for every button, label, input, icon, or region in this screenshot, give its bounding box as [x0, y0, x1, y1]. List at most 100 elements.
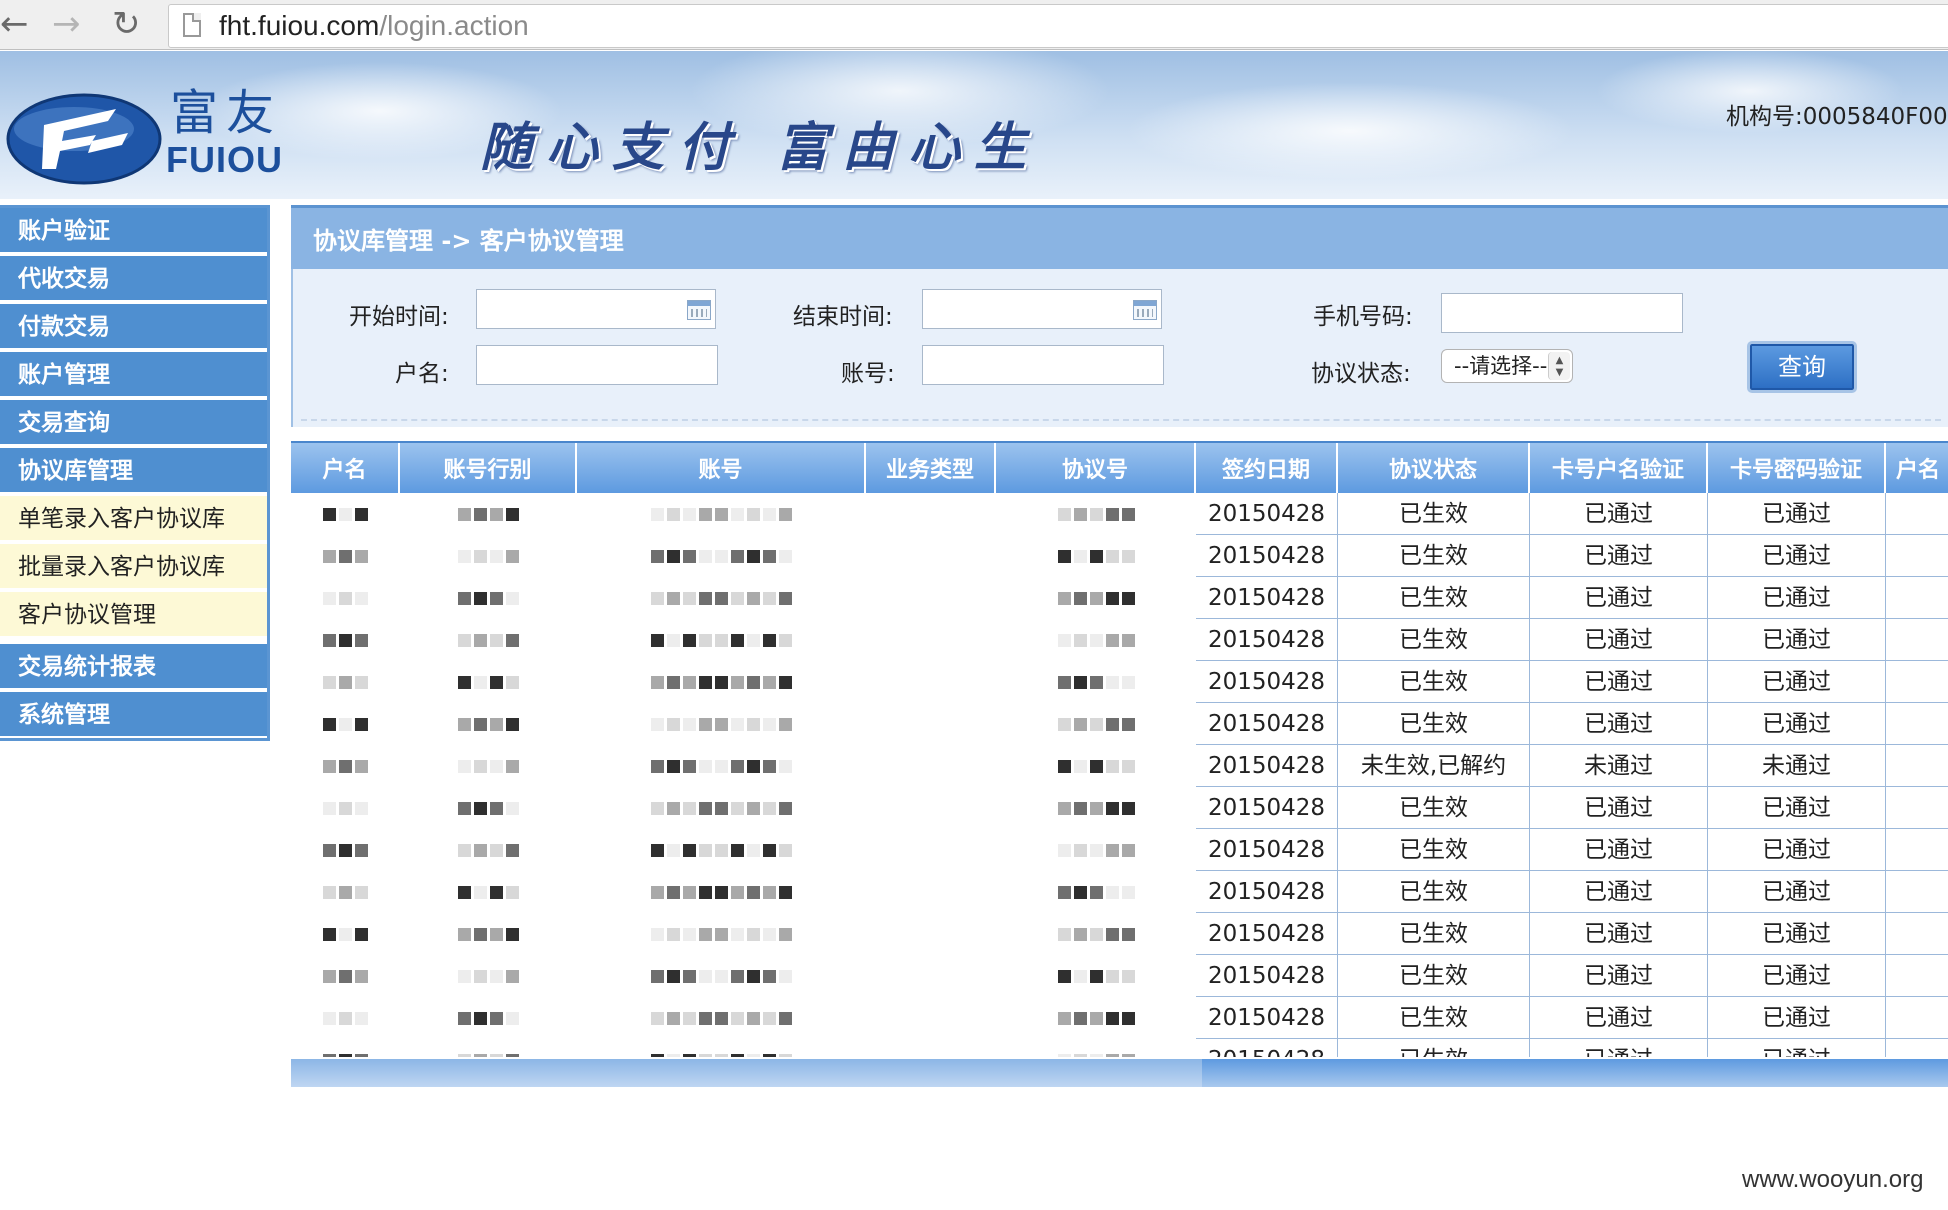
sidebar-item-account-manage[interactable]: 账户管理: [0, 352, 267, 398]
redacted-cell: [400, 955, 577, 997]
redaction-pixel: [506, 927, 519, 941]
table-row[interactable]: 20150428已生效已通过已通过: [291, 703, 1948, 745]
redaction-pixel: [763, 843, 776, 857]
sidebar-item-trade-query[interactable]: 交易查询: [0, 400, 267, 446]
redaction-pixel: [651, 927, 664, 941]
col-header-name[interactable]: 户名: [291, 443, 400, 493]
col-header-card-name-verify[interactable]: 卡号户名验证: [1530, 443, 1708, 493]
sidebar-subitem-customer-agreement[interactable]: 客户协议管理: [0, 592, 267, 638]
redacted-cell: [577, 745, 866, 787]
end-time-input[interactable]: [922, 289, 1162, 329]
sidebar-item-payment-trade[interactable]: 付款交易: [0, 304, 267, 350]
calendar-icon[interactable]: [687, 300, 711, 320]
table-row[interactable]: 20150428已生效已通过已通过: [291, 955, 1948, 997]
sidebar-item-trade-report[interactable]: 交易统计报表: [0, 644, 267, 690]
table-row[interactable]: 20150428 未生效,已解约 未通过 未通过: [291, 745, 1948, 787]
redaction-pixel: [1057, 1011, 1071, 1025]
reload-icon[interactable]: ↻: [112, 6, 141, 42]
col-header-agreement-no[interactable]: 协议号: [996, 443, 1196, 493]
redaction-pixel: [667, 591, 680, 605]
table-row[interactable]: 20150428已生效已通过已通过: [291, 661, 1948, 703]
sidebar-item-account-verify[interactable]: 账户验证: [0, 208, 267, 254]
redaction-pixel: [731, 1053, 744, 1057]
redaction-pixel: [1089, 507, 1103, 521]
table-row[interactable]: 20150428已生效已通过已通过: [291, 997, 1948, 1039]
redaction-pixel: [699, 675, 712, 689]
back-arrow-icon[interactable]: ←: [0, 6, 29, 42]
status-select[interactable]: --请选择-- ▲ ▼: [1441, 349, 1573, 383]
table-row[interactable]: 20150428已生效已通过已通过: [291, 913, 1948, 955]
redaction-pixel: [699, 633, 712, 647]
redaction-pixel: [715, 801, 728, 815]
redaction-pixel: [355, 591, 368, 605]
page-icon: [183, 13, 201, 37]
table-row[interactable]: 20150428已生效已通过已通过: [291, 535, 1948, 577]
banner-slogan: 随心支付 富由心生: [480, 117, 1041, 178]
calendar-icon[interactable]: [1133, 300, 1157, 320]
redaction-pixel: [763, 759, 776, 773]
redaction-pixel: [1121, 507, 1135, 521]
url-text[interactable]: fht.fuiou.com/login.action: [219, 10, 529, 42]
col-header-sign-date[interactable]: 签约日期: [1196, 443, 1338, 493]
table-row[interactable]: 20150428已生效已通过已通过: [291, 493, 1948, 535]
table-row[interactable]: 20150428已生效已通过已通过: [291, 787, 1948, 829]
redaction-pixel: [355, 759, 368, 773]
redaction-pixel: [747, 633, 760, 647]
redaction-pixel: [506, 549, 519, 563]
col-header-bank[interactable]: 账号行别: [400, 443, 577, 493]
redaction-pixel: [474, 633, 487, 647]
address-bar[interactable]: fht.fuiou.com/login.action: [168, 4, 1948, 48]
table-row[interactable]: 20150428已生效已通过已通过: [291, 1039, 1948, 1057]
redaction-pixel: [1121, 801, 1135, 815]
redaction-pixel: [667, 1053, 680, 1057]
table-row[interactable]: 20150428已生效已通过已通过: [291, 619, 1948, 661]
col-header-name-2[interactable]: 户名: [1886, 443, 1948, 493]
sidebar-item-agreement-library[interactable]: 协议库管理: [0, 448, 267, 494]
redacted-cell: [291, 1039, 400, 1057]
url-path: /login.action: [379, 10, 529, 41]
redaction-pixel: [699, 591, 712, 605]
col-header-status[interactable]: 协议状态: [1338, 443, 1530, 493]
redaction-pixel: [683, 1011, 696, 1025]
sidebar-item-system-manage[interactable]: 系统管理: [0, 692, 267, 738]
redacted-cell: [400, 535, 577, 577]
sidebar-item-collection-trade[interactable]: 代收交易: [0, 256, 267, 302]
redaction-pixel: [323, 591, 336, 605]
redaction-pixel: [1089, 549, 1103, 563]
redaction-pixel: [731, 927, 744, 941]
sidebar-subitem-batch-entry[interactable]: 批量录入客户协议库: [0, 544, 267, 590]
redaction-pixel: [355, 633, 368, 647]
redacted-cell: [400, 493, 577, 535]
redacted-cell: [996, 493, 1196, 535]
redaction-pixel: [474, 1053, 487, 1057]
redaction-pixel: [1057, 549, 1071, 563]
redacted-cell: [400, 871, 577, 913]
redaction-pixel: [355, 717, 368, 731]
redaction-pixel: [651, 885, 664, 899]
table-row[interactable]: 20150428已生效已通过已通过: [291, 577, 1948, 619]
redacted-cell: [291, 871, 400, 913]
name-2-cell: [1886, 871, 1948, 913]
start-time-input[interactable]: [476, 289, 716, 329]
phone-input[interactable]: [1441, 293, 1683, 333]
account-input[interactable]: [922, 345, 1164, 385]
redaction-pixel: [763, 801, 776, 815]
col-header-business-type[interactable]: 业务类型: [866, 443, 996, 493]
sign-date-cell: 20150428: [1196, 577, 1338, 619]
redaction-pixel: [1073, 549, 1087, 563]
redaction-pixel: [683, 549, 696, 563]
table-row[interactable]: 20150428已生效已通过已通过: [291, 871, 1948, 913]
redaction-pixel: [763, 885, 776, 899]
redaction-pixel: [474, 843, 487, 857]
col-header-account[interactable]: 账号: [577, 443, 866, 493]
redacted-cell: [996, 745, 1196, 787]
redacted-cell: [291, 619, 400, 661]
table-row[interactable]: 20150428已生效已通过已通过: [291, 829, 1948, 871]
col-header-card-pwd-verify[interactable]: 卡号密码验证: [1708, 443, 1886, 493]
query-button[interactable]: 查询: [1747, 341, 1857, 393]
sidebar-subitem-single-entry[interactable]: 单笔录入客户协议库: [0, 496, 267, 542]
redaction-pixel: [323, 633, 336, 647]
forward-arrow-icon[interactable]: →: [52, 6, 81, 42]
redaction-pixel: [731, 885, 744, 899]
name-input[interactable]: [476, 345, 718, 385]
